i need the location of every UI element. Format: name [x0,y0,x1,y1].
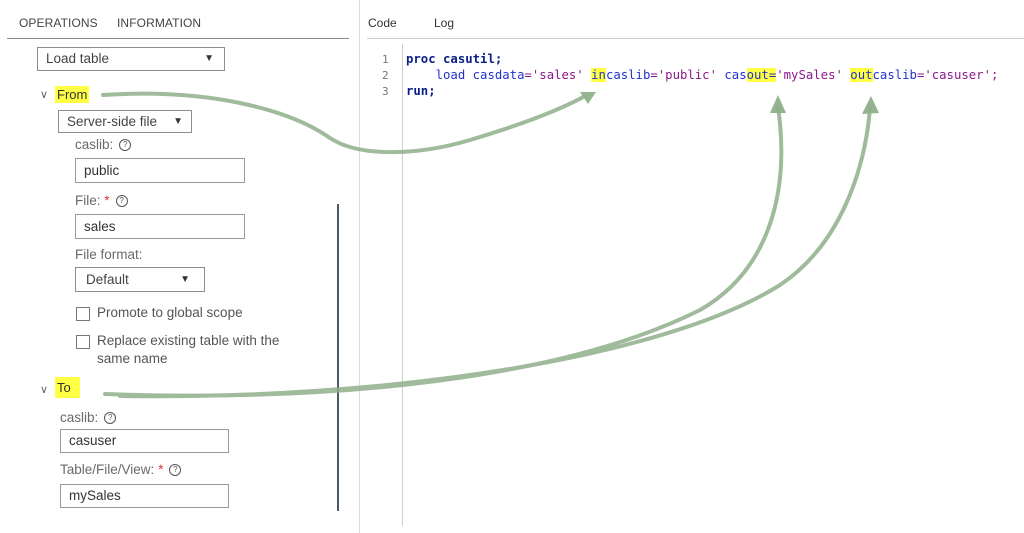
arrowhead [862,96,879,114]
arrowhead [770,95,786,113]
from-to-incaslib-arrow [101,91,587,155]
annotation-arrows [101,91,879,399]
to-to-casout-arrow [103,105,784,398]
